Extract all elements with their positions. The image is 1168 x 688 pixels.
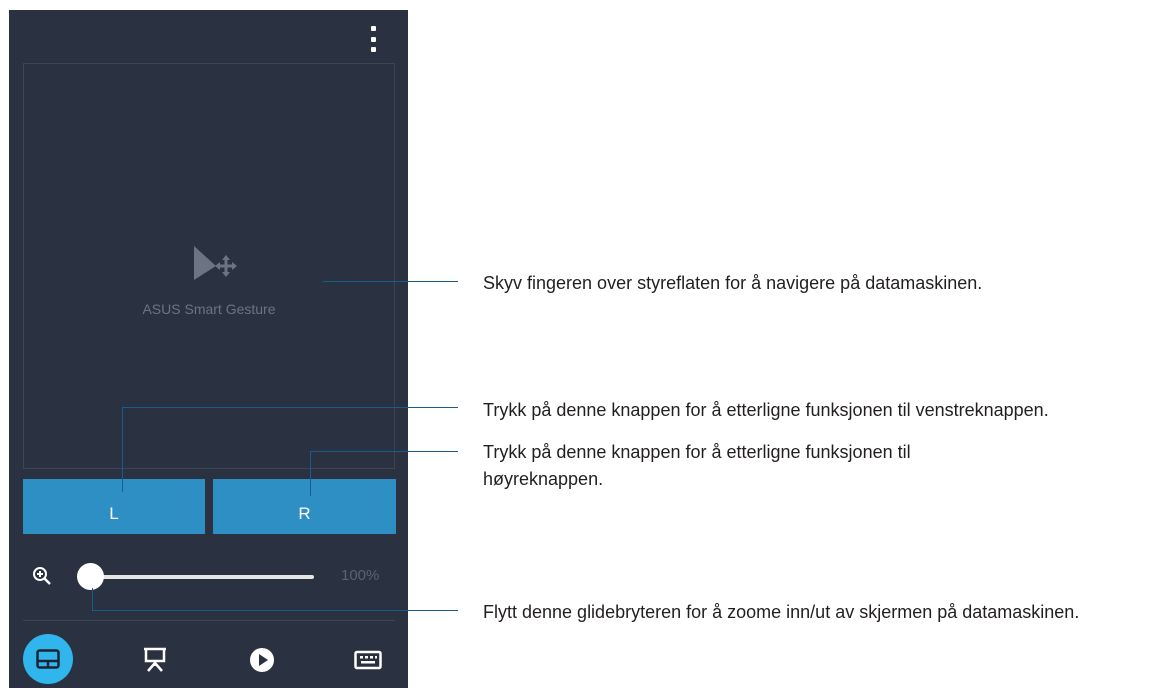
asus-smart-gesture-app: ASUS Smart Gesture L R 100% [9,10,408,688]
slider-callout-line-h [92,610,458,611]
keyboard-icon [354,650,382,670]
nav-keyboard-button[interactable] [343,636,393,684]
touchpad-callout: Skyv fingeren over styreflaten for å nav… [483,273,983,293]
slider-callout: Flytt denne glidebryteren for å zoome in… [483,602,1080,622]
left-button-callout: Trykk på denne knappen for å etterligne … [483,400,1049,420]
right-click-button[interactable]: R [213,479,396,534]
right-button-callout-line-v [310,451,311,496]
touchpad-icon [36,649,60,669]
left-button-callout-line-h [122,407,458,408]
left-button-callout-line-v [122,407,123,492]
right-button-callout-line-h [310,451,458,452]
touchpad-area[interactable]: ASUS Smart Gesture [23,63,395,469]
divider [23,620,395,621]
slider-callout-line-v [92,588,93,610]
cursor-move-icon [194,246,237,280]
nav-play-button[interactable] [237,636,287,684]
zoom-slider-track[interactable] [93,575,314,579]
left-click-button[interactable]: L [23,479,205,534]
zoom-in-icon [33,567,51,585]
presentation-icon [144,647,166,672]
nav-touchpad-button[interactable] [23,634,73,684]
nav-presentation-button[interactable] [130,636,180,684]
zoom-value: 100% [341,567,380,584]
zoom-slider-thumb[interactable] [77,563,104,590]
more-options-icon[interactable] [367,26,379,52]
touchpad-label: ASUS Smart Gesture [142,301,276,317]
right-button-callout-line2: høyreknappen. [483,469,604,489]
play-icon [250,648,274,672]
right-button-callout-line1: Trykk på denne knappen for å etterligne … [483,442,911,462]
touchpad-callout-line [323,281,458,282]
